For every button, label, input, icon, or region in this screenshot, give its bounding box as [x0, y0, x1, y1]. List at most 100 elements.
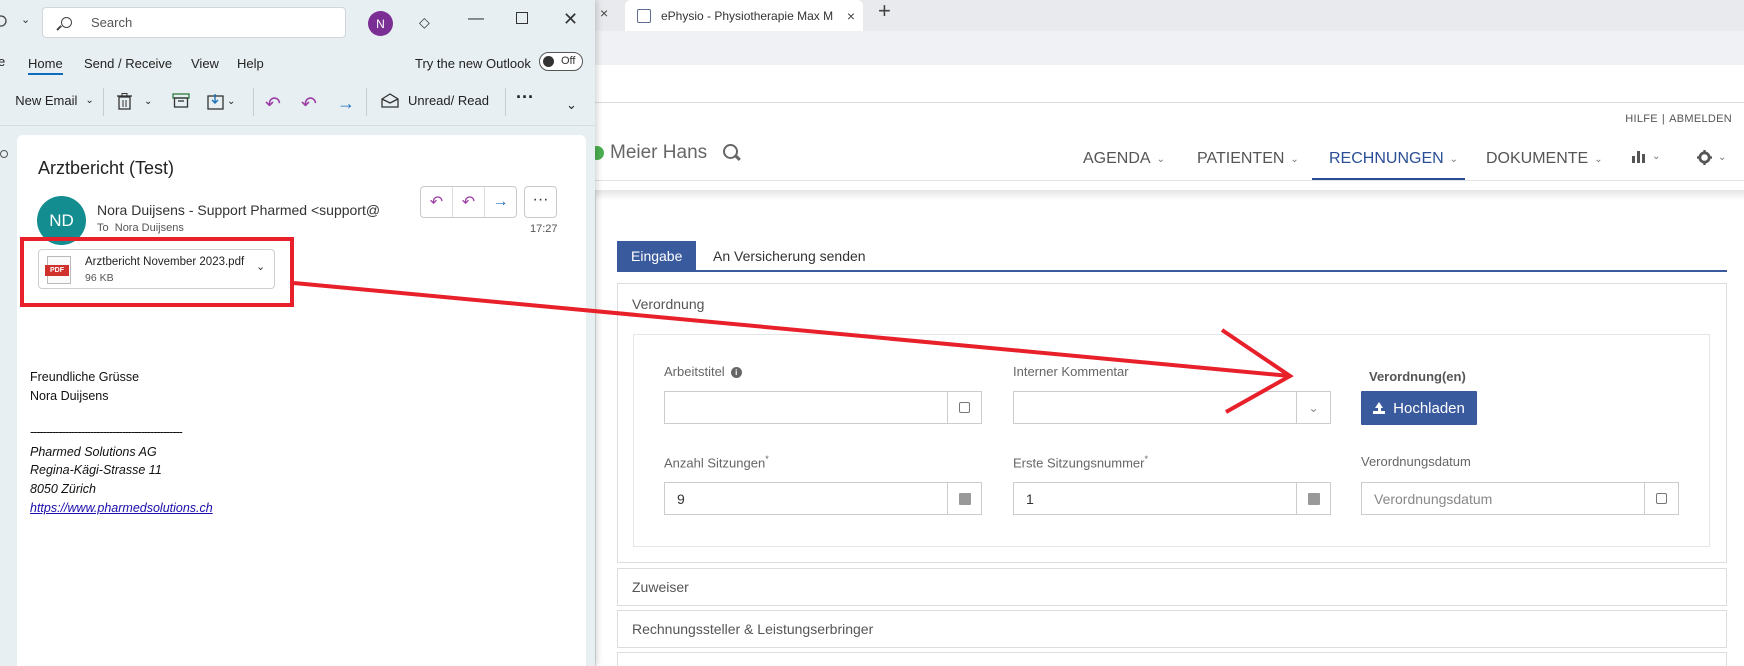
nav-dokumente[interactable]: DOKUMENTE ⌄: [1486, 150, 1603, 168]
chevron-down-icon[interactable]: ⌄: [21, 13, 30, 26]
move-button[interactable]: ⌄: [207, 93, 235, 110]
forward-button[interactable]: →: [337, 93, 355, 114]
archive-button[interactable]: [172, 93, 190, 108]
section-header[interactable]: Rechnungssteller & Leistungserbringer: [618, 611, 1726, 647]
reply-button[interactable]: ↶: [265, 93, 281, 116]
archive-icon: [172, 93, 190, 108]
trash-icon: [117, 93, 132, 110]
help-link[interactable]: HILFE: [1625, 113, 1658, 125]
verordnung-form: [633, 334, 1710, 547]
erste-sitzungsnummer-value: 1: [1026, 490, 1034, 507]
tab-eingabe[interactable]: Eingabe: [617, 241, 697, 270]
toggle-label: Off: [561, 55, 576, 67]
chevron-down-icon[interactable]: ⌄: [85, 95, 93, 106]
arbeitstitel-label: Arbeitstitel i: [664, 364, 742, 379]
chevron-down-icon[interactable]: ⌄: [566, 97, 577, 113]
envelope-open-icon: [381, 93, 399, 108]
diamond-icon[interactable]: ◇: [419, 15, 433, 29]
reply-icon: ↶: [265, 94, 281, 115]
chevron-down-icon: ⌄: [1594, 153, 1603, 165]
search-placeholder: Search: [91, 15, 133, 30]
page-icon: [637, 8, 651, 23]
reply-icon[interactable]: ↶: [421, 187, 453, 217]
reply-all-button[interactable]: ↶: [301, 93, 317, 116]
close-tab-icon[interactable]: ×: [600, 5, 608, 21]
outlook-menu-bar: e Home Send / Receive View Help Try the …: [0, 46, 595, 79]
move-to-folder-icon: [207, 94, 224, 110]
info-icon[interactable]: i: [730, 367, 742, 379]
erste-sitzungsnummer-input[interactable]: 1: [1013, 482, 1331, 515]
logout-link[interactable]: ABMELDEN: [1669, 113, 1732, 125]
chevron-down-icon: ⌄: [1718, 152, 1727, 163]
signature-line: Pharmed Solutions AG: [30, 445, 157, 459]
maximize-icon[interactable]: [516, 12, 528, 24]
website-link[interactable]: https://www.pharmedsolutions.ch: [30, 501, 213, 515]
try-new-outlook-label: Try the new Outlook: [415, 56, 531, 71]
chevron-down-icon[interactable]: ⌄: [227, 96, 235, 107]
divider: [103, 88, 104, 116]
minimize-icon[interactable]: —: [468, 10, 484, 28]
section-header[interactable]: Zuweiser: [618, 569, 1726, 605]
recipient-name[interactable]: Nora Duijsens: [115, 222, 184, 234]
section-header[interactable]: Verordnung: [618, 284, 1726, 324]
erste-sitzungsnummer-label: Erste Sitzungsnummer*: [1013, 454, 1149, 471]
delete-button[interactable]: ⌄: [117, 93, 152, 110]
close-tab-icon[interactable]: ×: [847, 8, 855, 24]
chevron-down-icon[interactable]: ⌄: [1296, 392, 1330, 423]
tab-an-versicherung-senden[interactable]: An Versicherung senden: [699, 241, 880, 270]
menu-help[interactable]: Help: [237, 56, 264, 71]
spinner-addon[interactable]: [1296, 483, 1330, 514]
menu-item[interactable]: e: [0, 54, 5, 69]
nav-rechnungen[interactable]: RECHNUNGEN ⌄: [1329, 150, 1458, 168]
divider: [253, 88, 254, 116]
annotation-highlight-box: [20, 237, 294, 307]
divider: [366, 88, 367, 116]
gear-icon: [1697, 150, 1712, 165]
calendar-addon[interactable]: [1644, 483, 1678, 514]
more-actions-button[interactable]: ···: [524, 186, 557, 218]
avatar[interactable]: N: [368, 11, 393, 36]
upload-label: Hochladen: [1393, 399, 1465, 417]
chevron-down-icon: ⌄: [1290, 153, 1299, 165]
arbeitstitel-input[interactable]: [664, 391, 982, 424]
search-icon: [61, 17, 72, 28]
close-icon[interactable]: ✕: [563, 9, 578, 30]
nav-patienten[interactable]: PATIENTEN ⌄: [1197, 150, 1299, 168]
interner-kommentar-label: Interner Kommentar: [1013, 364, 1129, 379]
anzahl-sitzungen-input[interactable]: 9: [664, 482, 982, 515]
sender-name[interactable]: Nora Duijsens - Support Pharmed <support…: [97, 202, 393, 218]
chevron-down-icon[interactable]: ⌄: [144, 96, 152, 107]
menu-view[interactable]: View: [191, 56, 219, 71]
upload-button[interactable]: Hochladen: [1361, 391, 1477, 425]
signature-line: 8050 Zürich: [30, 482, 97, 496]
nav-agenda[interactable]: AGENDA ⌄: [1083, 150, 1165, 168]
forward-icon: →: [337, 93, 355, 113]
nav-statistics[interactable]: ⌄: [1632, 150, 1660, 163]
spinner-addon[interactable]: [947, 483, 981, 514]
unread-read-label: Unread/ Read: [408, 93, 489, 108]
menu-send-receive[interactable]: Send / Receive: [84, 56, 172, 71]
signature-link[interactable]: https://www.pharmedsolutions.ch: [30, 501, 213, 515]
search-icon[interactable]: [723, 144, 741, 162]
more-options-button[interactable]: ···: [516, 87, 534, 108]
spinner-icon: [958, 492, 971, 505]
forward-icon[interactable]: →: [485, 187, 516, 217]
user-name[interactable]: Meier Hans: [610, 142, 707, 164]
unread-read-button[interactable]: Unread/ Read: [381, 93, 489, 108]
nav-settings[interactable]: ⌄: [1697, 150, 1726, 165]
section-rechnungssteller: Rechnungssteller & Leistungserbringer: [617, 610, 1727, 648]
search-input[interactable]: Search: [42, 7, 346, 38]
verordnungsdatum-label: Verordnungsdatum: [1361, 454, 1471, 469]
verordnungsdatum-input[interactable]: Verordnungsdatum: [1361, 482, 1679, 515]
new-tab-button[interactable]: +: [878, 0, 891, 22]
new-outlook-toggle[interactable]: Off: [539, 52, 583, 71]
message-subject: Arztbericht (Test): [38, 158, 175, 178]
interner-kommentar-select[interactable]: ⌄: [1013, 391, 1331, 424]
checkbox-addon[interactable]: [947, 392, 981, 423]
new-email-label: New Email: [15, 93, 78, 108]
menu-home[interactable]: Home: [28, 56, 63, 75]
new-email-button[interactable]: ▏ New Email ⌄: [0, 93, 94, 108]
reply-all-icon[interactable]: ↶: [453, 187, 485, 217]
browser-tab-ephysio[interactable]: ePhysio - Physiotherapie Max M ×: [625, 0, 863, 31]
upload-icon: [1373, 402, 1386, 414]
